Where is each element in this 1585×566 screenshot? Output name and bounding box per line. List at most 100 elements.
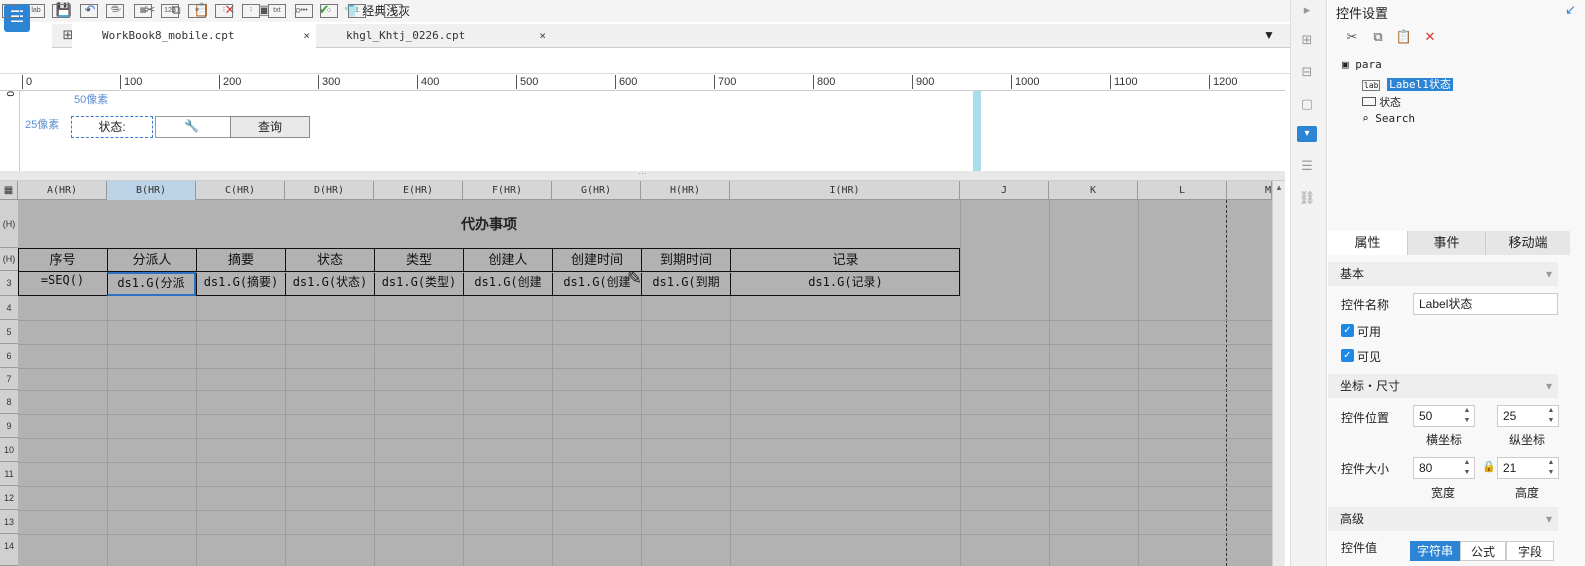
label-icon[interactable]: lab xyxy=(27,4,45,18)
value-type-formula[interactable]: 公式 xyxy=(1460,541,1506,561)
row-header[interactable]: 4 xyxy=(0,296,18,320)
y-spinner[interactable]: ▲ ▼ xyxy=(1546,406,1556,426)
col-K[interactable]: K xyxy=(1049,181,1138,200)
textarea-icon[interactable]: ≡ xyxy=(188,4,206,18)
col-M[interactable]: M xyxy=(1227,181,1272,200)
vertical-scrollbar[interactable]: ▲ xyxy=(1272,181,1285,566)
close-icon[interactable]: × xyxy=(303,24,310,48)
cell-attr-icon[interactable]: ⊞ xyxy=(1298,32,1316,48)
pin-icon[interactable]: ↙ xyxy=(1565,2,1576,18)
value-type-field[interactable]: 字段 xyxy=(1506,541,1554,561)
textfield-icon[interactable] xyxy=(2,4,20,18)
tree-icon[interactable]: ⊥ xyxy=(348,4,366,18)
row-header[interactable]: 7 xyxy=(0,368,18,390)
widget-name-input[interactable]: Label状态 xyxy=(1413,293,1558,315)
row-header[interactable]: 3 xyxy=(0,271,18,296)
report-title-cell[interactable]: 代办事项 xyxy=(18,200,960,248)
row-header[interactable]: 8 xyxy=(0,390,18,414)
header-cell[interactable]: 状态 xyxy=(285,249,374,271)
tab-events[interactable]: 事件 xyxy=(1408,231,1486,255)
tree-item-search[interactable]: ⌕ Search xyxy=(1362,112,1415,125)
tab-properties[interactable]: 属性 xyxy=(1328,231,1408,255)
condition-icon[interactable]: ⊟ xyxy=(1298,64,1316,80)
height-spinner[interactable]: ▲ ▼ xyxy=(1546,458,1556,478)
width-spinner[interactable]: ▲ ▼ xyxy=(1462,458,1472,478)
status-label-widget[interactable]: 状态: xyxy=(71,116,153,138)
section-basic[interactable]: 基本 ▾ xyxy=(1328,262,1558,286)
paste-icon[interactable]: 📋 xyxy=(1394,28,1414,46)
col-E[interactable]: E(HR) xyxy=(374,181,463,200)
row-header[interactable]: 9 xyxy=(0,414,18,438)
row-header[interactable]: 13 xyxy=(0,510,18,534)
header-cell[interactable]: 序号 xyxy=(18,249,107,271)
tab-workbook8[interactable]: WorkBook8_mobile.cpt × xyxy=(72,24,316,48)
section-coords[interactable]: 坐标・尺寸 ▾ xyxy=(1328,374,1558,398)
slider-icon[interactable]: ○ xyxy=(320,4,338,18)
frame-icon[interactable]: ▢ xyxy=(1298,96,1316,112)
header-cell[interactable]: 类型 xyxy=(374,249,463,271)
col-A[interactable]: A(HR) xyxy=(18,181,107,200)
header-cell[interactable]: 到期时间 xyxy=(641,249,730,271)
data-cell[interactable]: ds1.G(记录) xyxy=(730,273,960,295)
tab-menu-icon[interactable]: ▼ xyxy=(1263,28,1275,42)
col-I[interactable]: I(HR) xyxy=(730,181,960,200)
data-cell[interactable]: =SEQ() xyxy=(18,273,107,295)
col-L[interactable]: L xyxy=(1138,181,1227,200)
data-cell[interactable]: ds1.G(到期 xyxy=(641,273,730,295)
row-header[interactable]: (H) xyxy=(0,200,18,248)
close-icon[interactable]: × xyxy=(539,24,546,48)
link-icon[interactable]: ⛓ xyxy=(1298,190,1316,206)
visible-checkbox[interactable]: ✓ xyxy=(1341,349,1354,362)
row-header[interactable]: 11 xyxy=(0,462,18,486)
header-cell[interactable]: 分派人 xyxy=(107,249,196,271)
checkbox-group-icon[interactable]: ⁝ xyxy=(242,4,260,18)
col-C[interactable]: C(HR) xyxy=(196,181,285,200)
splitter[interactable]: ··· xyxy=(0,170,1285,181)
copy-icon[interactable]: ⧉ xyxy=(1368,28,1388,46)
data-cell-selected[interactable]: ds1.G(分派 xyxy=(107,272,196,296)
lock-icon[interactable]: 🔒 xyxy=(1482,460,1496,473)
row-header[interactable]: 6 xyxy=(0,344,18,368)
tree-root[interactable]: ▣ para xyxy=(1342,58,1382,71)
more-widgets-icon[interactable]: ▸ xyxy=(384,4,402,18)
enabled-checkbox[interactable]: ✓ xyxy=(1341,324,1354,337)
combobox-icon[interactable]: ▾ xyxy=(80,4,98,18)
data-cell[interactable]: ds1.G(摘要) xyxy=(196,273,285,295)
col-F[interactable]: F(HR) xyxy=(463,181,552,200)
data-cell[interactable]: ds1.G(状态) xyxy=(285,273,374,295)
delete-icon[interactable]: ✕ xyxy=(1420,28,1440,46)
col-J[interactable]: J xyxy=(960,181,1049,200)
date-icon[interactable]: ▦ xyxy=(134,4,152,18)
number-icon[interactable]: 123 xyxy=(161,4,179,18)
value-type-string[interactable]: 字符串 xyxy=(1410,541,1460,561)
status-combobox-widget[interactable]: 🔧 xyxy=(155,116,231,138)
header-cell[interactable]: 记录 xyxy=(730,249,960,271)
password-icon[interactable]: ••• xyxy=(295,4,313,18)
tree-item-status[interactable]: 状态 xyxy=(1362,94,1401,110)
text-icon[interactable]: txt xyxy=(268,4,286,18)
col-B[interactable]: B(HR) xyxy=(107,181,196,200)
col-G[interactable]: G(HR) xyxy=(552,181,641,200)
col-H[interactable]: H(HR) xyxy=(641,181,730,200)
row-header[interactable]: 14 xyxy=(0,534,18,566)
data-cell[interactable]: ds1.G(创建 xyxy=(463,273,552,295)
cut-icon[interactable]: ✂ xyxy=(1342,28,1362,46)
row-header[interactable]: (H) xyxy=(0,248,18,271)
search-button-widget[interactable]: 查询 xyxy=(230,116,310,138)
corner-cell[interactable]: ▦ xyxy=(0,181,18,200)
radio-group-icon[interactable]: ⁝ xyxy=(215,4,233,18)
col-D[interactable]: D(HR) xyxy=(285,181,374,200)
header-cell[interactable]: 摘要 xyxy=(196,249,285,271)
widget-settings-icon[interactable]: ▾ xyxy=(1297,126,1317,142)
layer-icon[interactable]: ☰ xyxy=(1298,158,1316,174)
tree-item-label1[interactable]: lab Label1状态 xyxy=(1362,76,1453,92)
collapse-icon[interactable]: ▸ xyxy=(1298,2,1316,18)
data-cell[interactable]: ds1.G(类型) xyxy=(374,273,463,295)
row-header[interactable]: 12 xyxy=(0,486,18,510)
button-widget-icon[interactable] xyxy=(52,4,70,18)
header-cell[interactable]: 创建人 xyxy=(463,249,552,271)
combocheck-icon[interactable]: ☰ xyxy=(106,4,124,18)
row-header[interactable]: 5 xyxy=(0,320,18,344)
x-spinner[interactable]: ▲ ▼ xyxy=(1462,406,1472,426)
row-header[interactable]: 10 xyxy=(0,438,18,462)
